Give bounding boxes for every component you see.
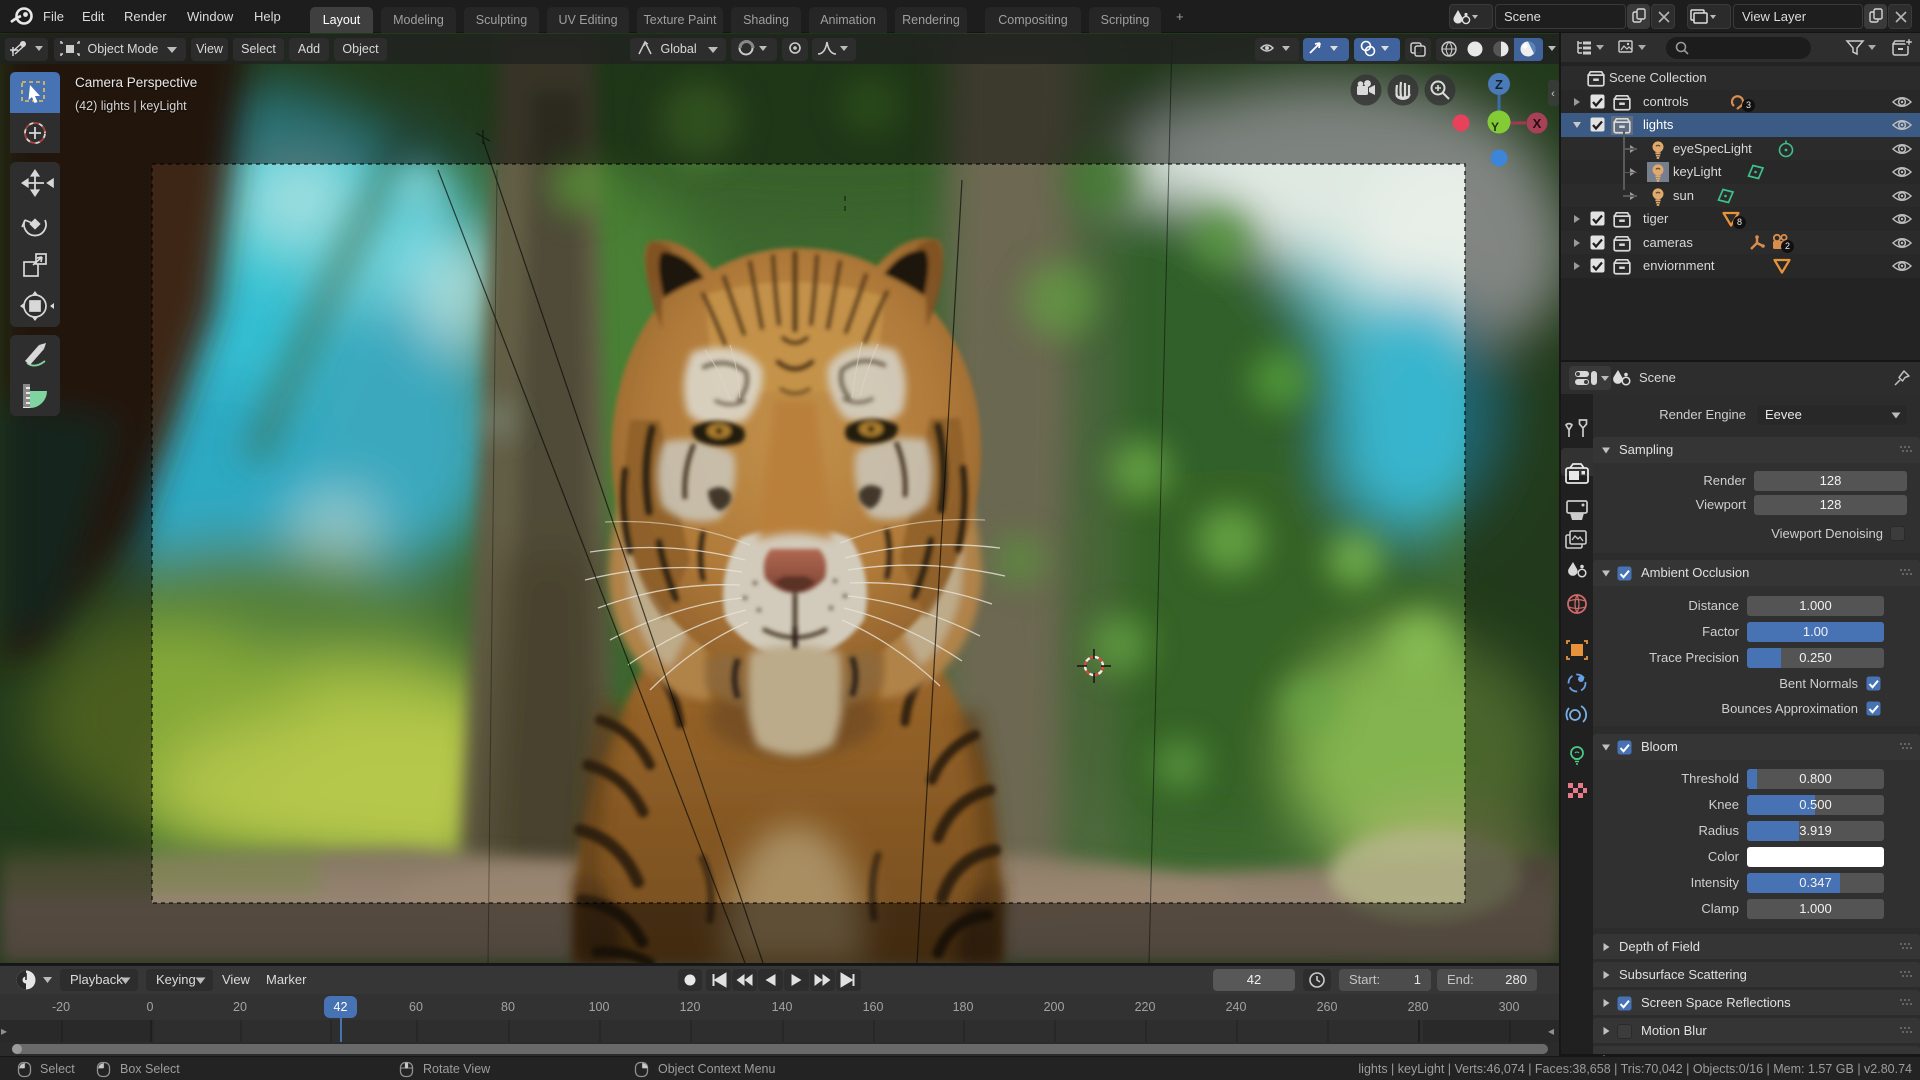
svg-text:Z: Z <box>1495 77 1503 92</box>
svg-text:X: X <box>1533 116 1542 131</box>
svg-text:‹: ‹ <box>1551 88 1555 100</box>
svg-text:Y: Y <box>1491 120 1499 134</box>
